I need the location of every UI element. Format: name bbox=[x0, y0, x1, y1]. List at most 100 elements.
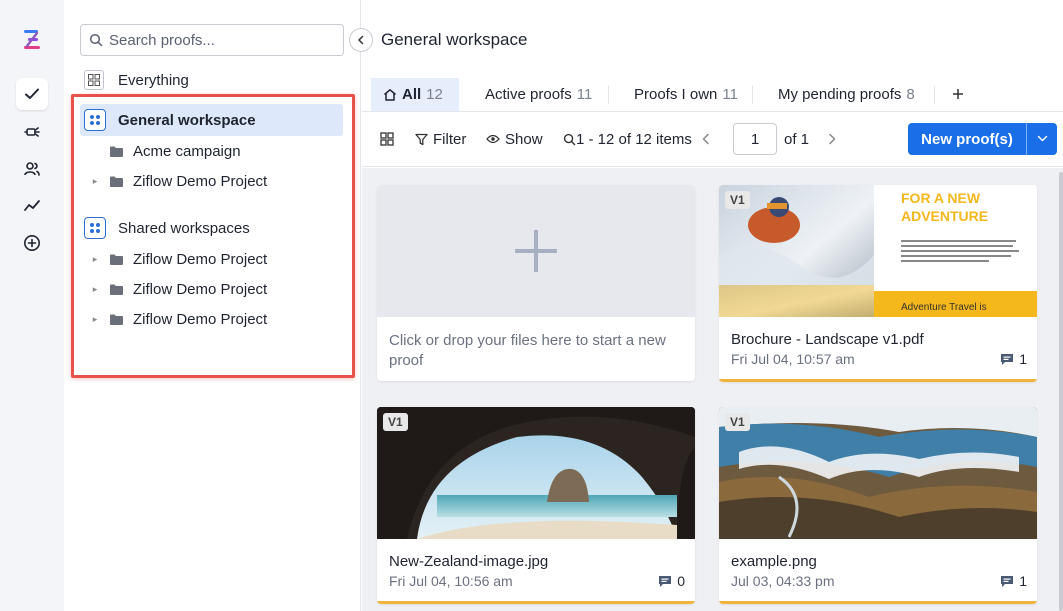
sidebar-item-acme-campaign[interactable]: Acme campaign bbox=[110, 136, 241, 166]
proof-tabs: All 12 Active proofs 11 Proofs I own 11 … bbox=[362, 78, 1063, 112]
brochure-heading: FOR A NEW bbox=[901, 190, 981, 206]
review-nav-button[interactable] bbox=[16, 116, 48, 148]
version-badge: V1 bbox=[383, 413, 408, 431]
page-title: General workspace bbox=[381, 30, 528, 49]
sidebar-item-label: Acme campaign bbox=[133, 142, 241, 160]
grid-view-button[interactable] bbox=[380, 127, 394, 151]
add-tab-button[interactable] bbox=[946, 82, 970, 106]
caret-right-icon[interactable]: ▸ bbox=[88, 284, 102, 295]
show-button[interactable]: Show bbox=[486, 127, 543, 151]
sidebar-item-general-workspace[interactable]: General workspace bbox=[84, 105, 256, 135]
proof-card[interactable]: V1 New-Zealand-image.jpg Fri Jul 04, 10:… bbox=[377, 407, 695, 604]
proof-name[interactable]: New-Zealand-image.jpg bbox=[389, 553, 548, 570]
main-panel: General workspace All 12 Active proofs 1… bbox=[362, 0, 1063, 611]
tab-divider bbox=[752, 86, 753, 104]
plus-icon bbox=[515, 230, 557, 272]
plus-icon bbox=[953, 89, 963, 99]
tab-count: 8 bbox=[906, 86, 915, 103]
tab-count: 12 bbox=[426, 86, 443, 103]
folder-icon bbox=[110, 254, 123, 265]
comment-count[interactable]: 0 bbox=[658, 573, 685, 589]
eye-icon bbox=[486, 134, 500, 144]
search-box[interactable] bbox=[80, 24, 344, 56]
create-nav-button[interactable] bbox=[16, 227, 48, 259]
caret-right-icon[interactable]: ▸ bbox=[88, 254, 102, 265]
upload-card[interactable]: Click or drop your files here to start a… bbox=[377, 185, 695, 381]
filter-button[interactable]: Filter bbox=[415, 127, 466, 151]
tab-active-proofs[interactable]: Active proofs 11 bbox=[473, 78, 604, 111]
tab-divider bbox=[934, 86, 935, 104]
folder-icon bbox=[110, 176, 123, 187]
page-total: of 1 bbox=[784, 130, 810, 148]
grid-scrollbar[interactable] bbox=[1059, 172, 1063, 611]
status-bar bbox=[719, 601, 1037, 604]
proof-thumbnail[interactable]: V1 bbox=[719, 407, 1037, 539]
next-page-button[interactable] bbox=[827, 127, 837, 151]
search-input[interactable] bbox=[109, 31, 329, 49]
tab-label: My pending proofs bbox=[778, 86, 902, 103]
status-bar bbox=[377, 601, 695, 604]
new-proof-dropdown[interactable] bbox=[1027, 135, 1057, 143]
users-icon bbox=[24, 162, 40, 176]
tab-proofs-i-own[interactable]: Proofs I own 11 bbox=[622, 78, 750, 111]
users-nav-button[interactable] bbox=[16, 153, 48, 185]
sidebar-item-everything[interactable]: Everything bbox=[84, 65, 189, 95]
proof-name[interactable]: example.png bbox=[731, 553, 817, 570]
proof-grid: Click or drop your files here to start a… bbox=[362, 168, 1063, 611]
comment-count-value: 1 bbox=[1019, 573, 1027, 589]
workspace-icon bbox=[84, 109, 106, 131]
sidebar-item-ziflow-demo-project[interactable]: ▸ Ziflow Demo Project bbox=[88, 304, 267, 334]
home-icon bbox=[384, 88, 396, 101]
ziflow-logo[interactable] bbox=[20, 28, 44, 52]
tab-all[interactable]: All 12 bbox=[371, 78, 459, 111]
collapse-sidebar-button[interactable] bbox=[349, 28, 373, 52]
sidebar-item-label: Ziflow Demo Project bbox=[133, 280, 268, 298]
caret-right-icon[interactable]: ▸ bbox=[88, 314, 102, 325]
new-proof-button[interactable]: New proof(s) bbox=[908, 123, 1057, 155]
proof-card[interactable]: FOR A NEW ADVENTURE Adventure Travel is … bbox=[719, 185, 1037, 382]
caret-right-icon[interactable]: ▸ bbox=[88, 176, 102, 187]
page-number-input[interactable] bbox=[733, 123, 777, 155]
comment-count-value: 1 bbox=[1019, 351, 1027, 367]
sidebar-item-ziflow-demo-project[interactable]: ▸ Ziflow Demo Project bbox=[88, 274, 267, 304]
workspace-sidebar: Everything General workspace Acme campai… bbox=[64, 0, 373, 611]
proof-date: Fri Jul 04, 10:57 am bbox=[731, 351, 855, 367]
show-label: Show bbox=[505, 130, 543, 148]
search-icon bbox=[563, 133, 576, 145]
proof-name[interactable]: Brochure - Landscape v1.pdf bbox=[731, 331, 924, 348]
version-badge: V1 bbox=[725, 191, 750, 209]
filter-icon bbox=[415, 133, 428, 145]
tab-my-pending-proofs[interactable]: My pending proofs 8 bbox=[766, 78, 927, 111]
sidebar-item-ziflow-demo-project[interactable]: ▸ Ziflow Demo Project bbox=[88, 244, 267, 274]
folder-icon bbox=[110, 146, 123, 157]
comment-count[interactable]: 1 bbox=[1000, 351, 1027, 367]
items-count: 1 - 12 of 12 items bbox=[563, 127, 692, 151]
app-rail bbox=[0, 0, 64, 611]
proofs-nav-button[interactable] bbox=[16, 78, 48, 110]
items-count-label: 1 - 12 of 12 items bbox=[576, 130, 692, 148]
proof-thumbnail[interactable]: FOR A NEW ADVENTURE Adventure Travel is … bbox=[719, 185, 1037, 317]
comment-count[interactable]: 1 bbox=[1000, 573, 1027, 589]
sidebar-item-shared-workspaces[interactable]: Shared workspaces bbox=[84, 213, 250, 243]
proof-card[interactable]: V1 example.png Jul 03, 04:33 pm 1 bbox=[719, 407, 1037, 604]
tab-divider bbox=[608, 86, 609, 104]
comment-icon bbox=[659, 575, 672, 587]
chevron-right-icon bbox=[829, 133, 836, 145]
proof-toolbar: Filter Show 1 - 12 of 12 items of 1 New … bbox=[362, 113, 1063, 167]
comment-icon bbox=[1001, 353, 1014, 365]
status-bar bbox=[719, 379, 1037, 382]
upload-dropzone[interactable] bbox=[377, 185, 695, 317]
workspace-icon bbox=[84, 217, 106, 239]
reports-nav-button[interactable] bbox=[16, 190, 48, 222]
sidebar-item-label: Ziflow Demo Project bbox=[133, 310, 268, 328]
chevron-left-icon bbox=[358, 35, 364, 45]
proof-thumbnail[interactable]: V1 bbox=[377, 407, 695, 539]
folder-icon bbox=[110, 314, 123, 325]
folder-icon bbox=[110, 284, 123, 295]
grid-view-icon bbox=[380, 132, 394, 146]
sidebar-item-label: General workspace bbox=[118, 111, 256, 129]
sidebar-item-ziflow-demo-project[interactable]: ▸ Ziflow Demo Project bbox=[88, 166, 267, 196]
proof-icon bbox=[24, 127, 40, 137]
add-circle-icon bbox=[24, 235, 40, 251]
prev-page-button[interactable] bbox=[701, 127, 711, 151]
